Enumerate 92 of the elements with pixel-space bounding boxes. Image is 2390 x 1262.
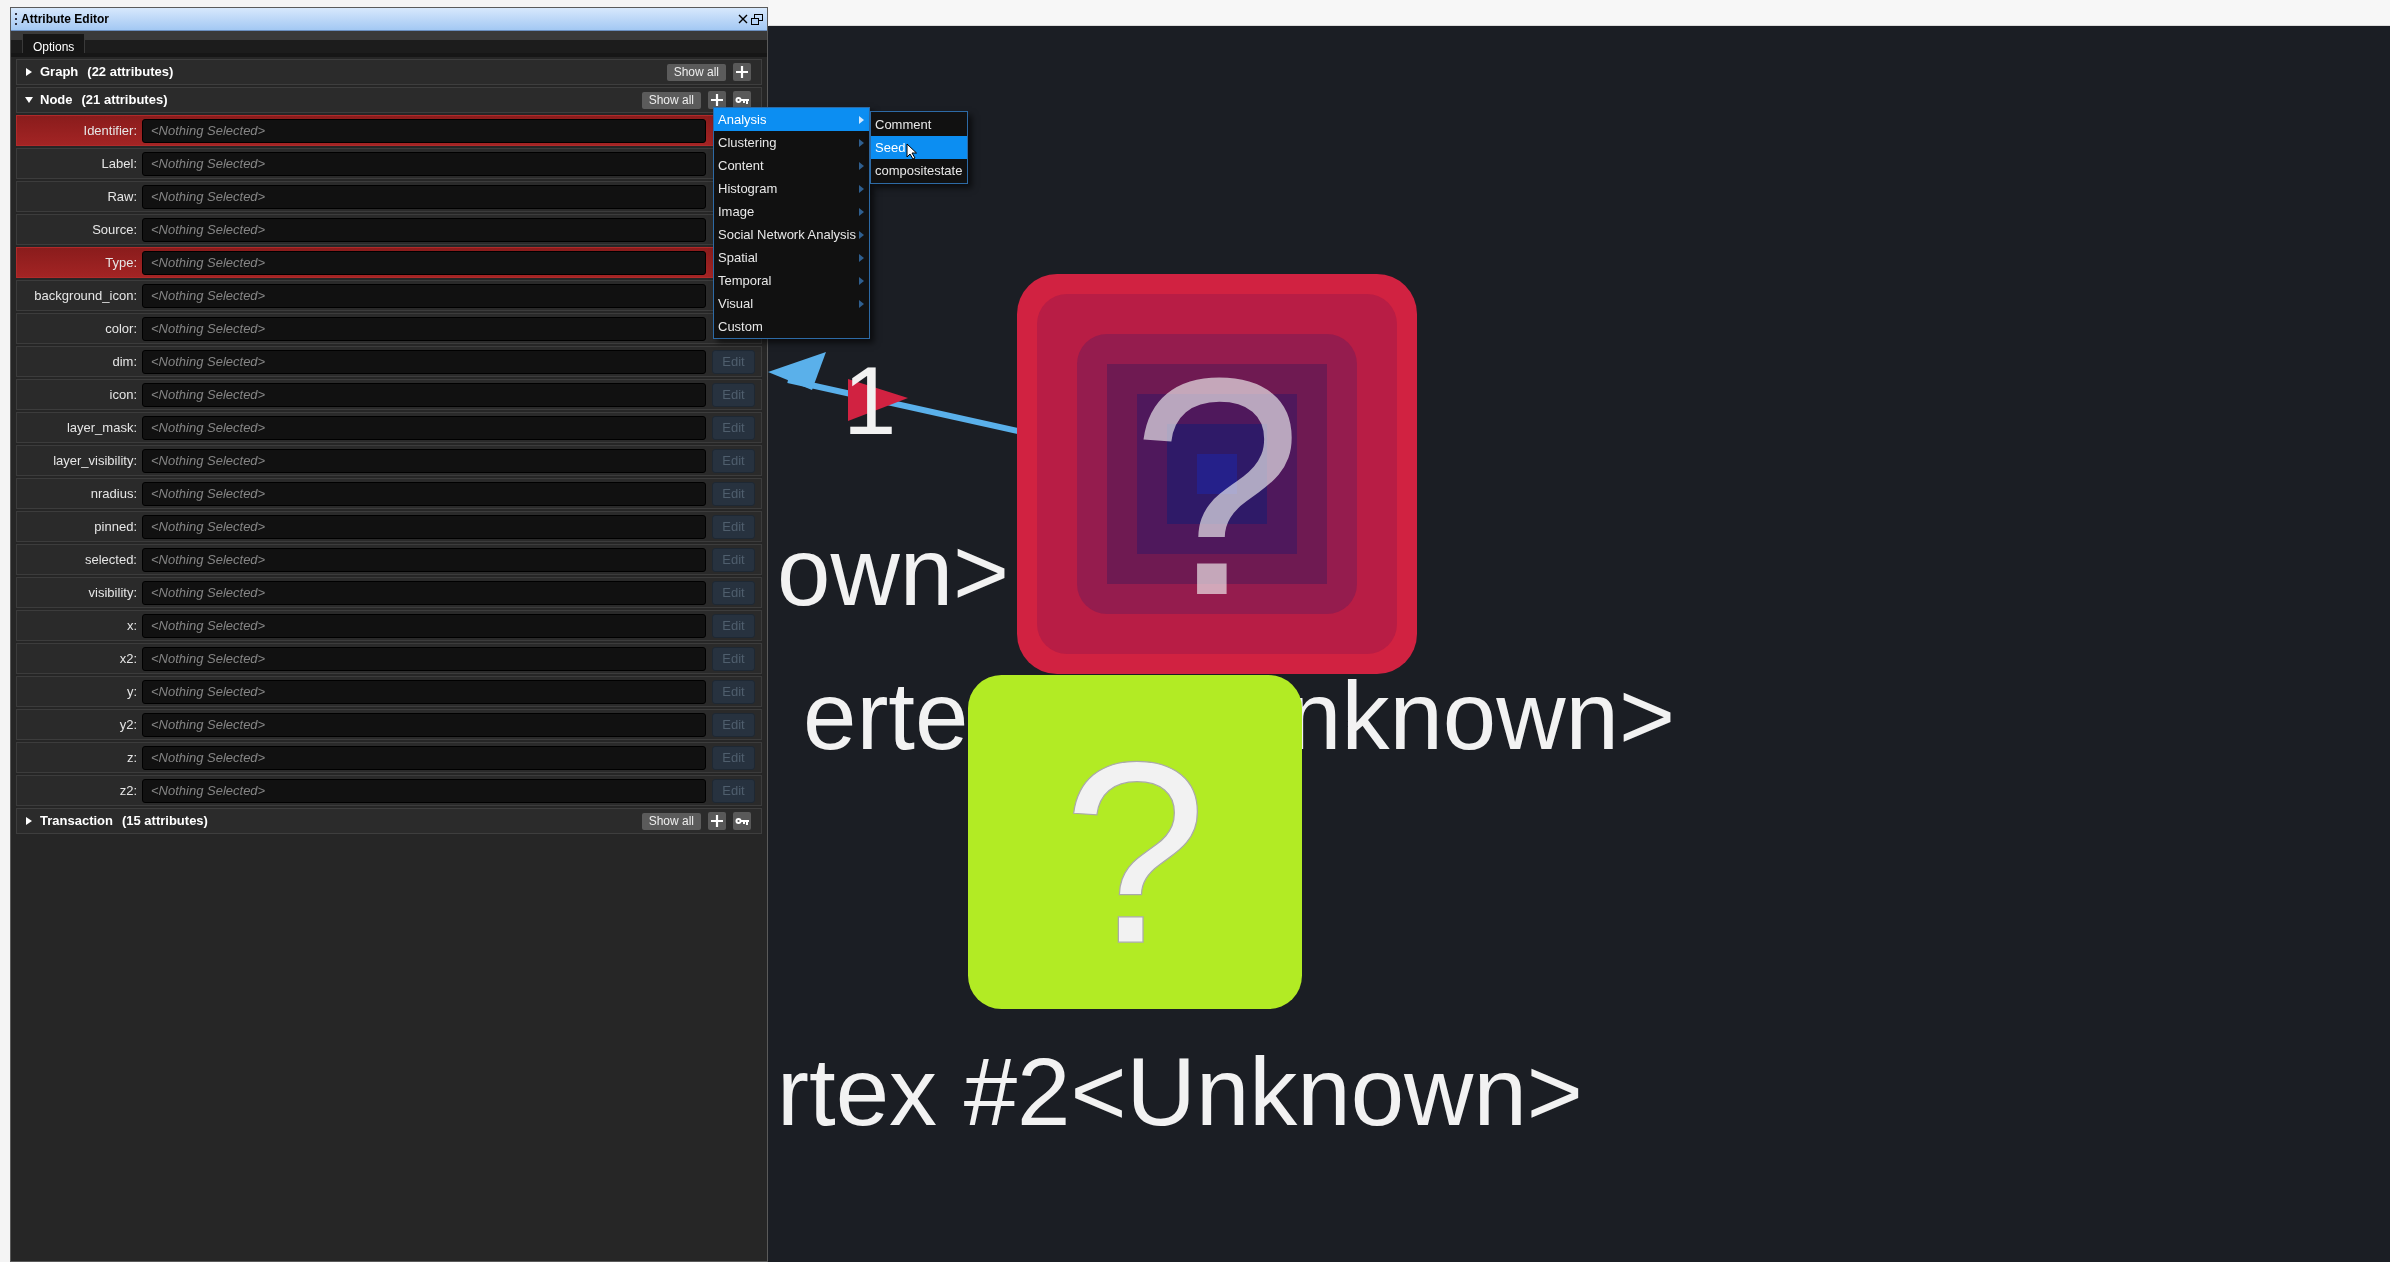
menu-item[interactable]: Spatial: [714, 246, 869, 269]
value-field[interactable]: <Nothing Selected>: [142, 118, 706, 143]
attribute-label: layer_visibility:: [52, 451, 138, 470]
attribute-label: nradius:: [89, 484, 138, 503]
plus-icon: [711, 815, 723, 827]
value-field[interactable]: <Nothing Selected>: [142, 415, 706, 440]
key-icon: [735, 96, 749, 104]
menu-item[interactable]: Visual: [714, 292, 869, 315]
question-mark-glyph: ?: [1063, 708, 1207, 998]
vertex-node[interactable]: [968, 675, 1302, 1009]
add-attribute-button[interactable]: [733, 63, 751, 81]
mouse-cursor-icon: [906, 143, 918, 160]
value-field[interactable]: <Nothing Selected>: [142, 514, 706, 539]
attribute-label: Identifier:: [82, 121, 138, 140]
attribute-label: x2:: [118, 649, 138, 668]
value-field[interactable]: <Nothing Selected>: [142, 283, 706, 308]
add-attribute-button[interactable]: [708, 91, 726, 109]
show-all-button[interactable]: Show all: [641, 91, 701, 109]
value-field[interactable]: <Nothing Selected>: [142, 613, 706, 638]
value-field[interactable]: <Nothing Selected>: [142, 679, 706, 704]
value-field[interactable]: <Nothing Selected>: [142, 745, 706, 770]
close-icon[interactable]: [738, 14, 748, 24]
attribute-label: Raw:: [106, 187, 138, 206]
value-field[interactable]: <Nothing Selected>: [142, 778, 706, 803]
attribute-label: color:: [104, 319, 138, 338]
section-title: Transaction: [40, 812, 113, 831]
value-field[interactable]: <Nothing Selected>: [142, 580, 706, 605]
key-button[interactable]: [733, 812, 751, 830]
attribute-label: Label:: [100, 154, 138, 173]
attribute-label: Source:: [91, 220, 138, 239]
plus-icon: [736, 66, 748, 78]
show-all-button[interactable]: Show all: [666, 63, 726, 81]
vertex-label: rtex #2<Unknown>: [777, 1044, 1583, 1140]
vertex-label: erte: [803, 668, 969, 764]
expand-caret-icon[interactable]: [25, 68, 33, 76]
attribute-label: selected:: [83, 550, 138, 569]
value-field[interactable]: <Nothing Selected>: [142, 547, 706, 572]
attribute-label: background_icon:: [33, 286, 138, 305]
value-field[interactable]: <Nothing Selected>: [142, 184, 706, 209]
attribute-count: (21 attributes): [81, 91, 168, 110]
attribute-count: (22 attributes): [87, 63, 174, 82]
attribute-label: z:: [125, 748, 138, 767]
menu-item[interactable]: Temporal: [714, 269, 869, 292]
section-title: Node: [40, 91, 73, 110]
expand-caret-icon[interactable]: [25, 96, 33, 104]
question-mark-glyph: ?: [1130, 313, 1304, 660]
vertex-label: own>: [777, 524, 1010, 620]
menu-item[interactable]: Custom: [714, 315, 869, 338]
attribute-label: pinned:: [93, 517, 138, 536]
menu-item[interactable]: Image: [714, 200, 869, 223]
value-field[interactable]: <Nothing Selected>: [142, 448, 706, 473]
menu-item[interactable]: Histogram: [714, 177, 869, 200]
value-field[interactable]: <Nothing Selected>: [142, 349, 706, 374]
attribute-label: dim:: [111, 352, 138, 371]
section-title: Graph: [40, 63, 79, 82]
menu-item[interactable]: Content: [714, 154, 869, 177]
window-title: Attribute Editor: [21, 11, 109, 28]
value-field[interactable]: <Nothing Selected>: [142, 481, 706, 506]
attribute-label: layer_mask:: [65, 418, 138, 437]
value-field[interactable]: <Nothing Selected>: [142, 217, 706, 242]
value-field[interactable]: <Nothing Selected>: [142, 151, 706, 176]
attribute-label: icon:: [108, 385, 138, 404]
menu-item[interactable]: Clustering: [714, 131, 869, 154]
show-all-button[interactable]: Show all: [641, 812, 701, 830]
attribute-label: visibility:: [87, 583, 138, 602]
attribute-label: y:: [125, 682, 138, 701]
menu-item[interactable]: Social Network Analysis: [714, 223, 869, 246]
grip-icon[interactable]: [15, 12, 18, 26]
vertex-node[interactable]: [1017, 274, 1417, 674]
value-field[interactable]: <Nothing Selected>: [142, 382, 706, 407]
attribute-label: Type:: [104, 253, 138, 272]
attribute-label: x:: [125, 616, 138, 635]
menu-item[interactable]: compositestate: [871, 159, 967, 182]
menu-item[interactable]: Analysis: [714, 108, 869, 131]
attribute-count: (15 attributes): [121, 812, 208, 831]
value-field[interactable]: <Nothing Selected>: [142, 712, 706, 737]
attribute-label: y2:: [118, 715, 138, 734]
menu-item[interactable]: Comment: [871, 113, 967, 136]
menu-item[interactable]: Seed: [871, 136, 967, 159]
expand-caret-icon[interactable]: [25, 817, 33, 825]
add-attribute-button[interactable]: [708, 812, 726, 830]
restore-icon[interactable]: [751, 13, 763, 25]
section-header[interactable]: Node (21 attributes) Show all: [16, 87, 762, 113]
section-header[interactable]: Transaction (15 attributes) Show all: [16, 808, 762, 834]
attribute-label: z2:: [118, 781, 138, 800]
value-field[interactable]: <Nothing Selected>: [142, 316, 706, 341]
tab[interactable]: Options: [22, 33, 86, 53]
key-icon: [735, 817, 749, 825]
value-field[interactable]: <Nothing Selected>: [142, 646, 706, 671]
plus-icon: [711, 94, 723, 106]
value-field[interactable]: <Nothing Selected>: [142, 250, 706, 275]
section-header[interactable]: Graph (22 attributes) Show all: [16, 59, 762, 85]
